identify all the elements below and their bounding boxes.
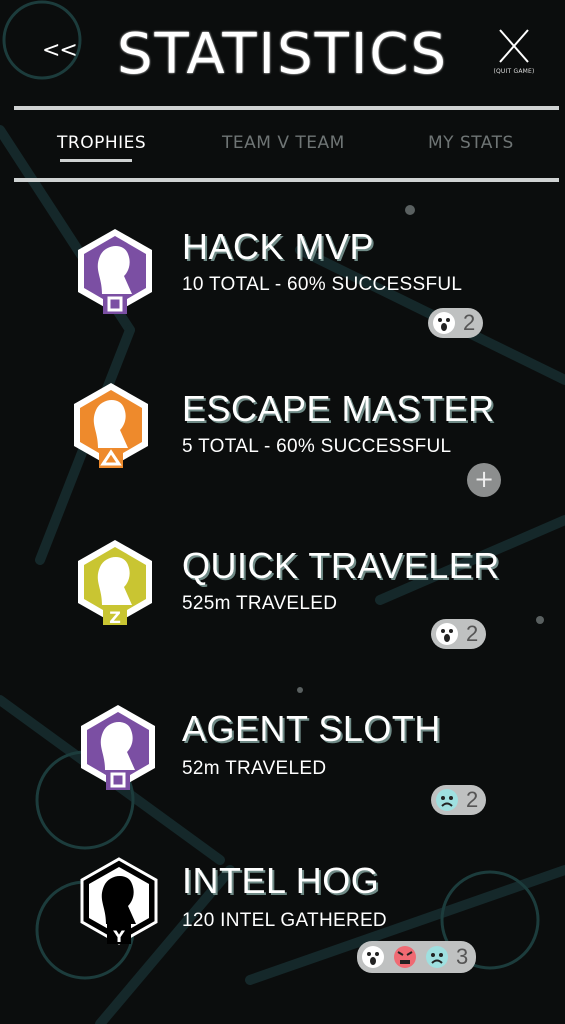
trophy-item-hack-mvp[interactable]: HACK MVP 10 TOTAL - 60% SUCCESSFUL 2 (0, 226, 565, 366)
trophy-description: 10 TOTAL - 60% SUCCESSFUL (182, 274, 463, 295)
reaction-pill[interactable]: 2 (431, 619, 487, 649)
page-title: STATISTICS (116, 22, 448, 87)
tab-trophies[interactable]: TROPHIES (57, 133, 146, 153)
reaction-count: 2 (466, 787, 479, 812)
hack-mvp-badge-icon (78, 229, 152, 314)
add-reaction-button[interactable]: + (467, 463, 501, 497)
tab-bar: TROPHIES TEAM V TEAM MY STATS (0, 128, 565, 172)
active-tab-indicator (60, 159, 132, 162)
trophy-description: 120 INTEL GATHERED (182, 910, 387, 931)
trophy-item-quick-traveler[interactable]: Z QUICK TRAVELER 525m TRAVELED 2 (0, 537, 565, 677)
trophy-name: QUICK TRAVELER (182, 545, 500, 586)
trophy-item-escape-master[interactable]: ESCAPE MASTER 5 TOTAL - 60% SUCCESSFUL + (0, 380, 565, 520)
close-icon (499, 29, 529, 63)
trophy-name: HACK MVP (182, 226, 375, 267)
surprised-face-icon (362, 946, 384, 968)
sad-face-icon (426, 946, 448, 968)
reaction-pill[interactable]: 2 (431, 785, 487, 815)
sad-face-icon (436, 789, 458, 811)
reaction-count: 3 (456, 944, 469, 969)
quick-traveler-badge-icon: Z (78, 540, 152, 627)
header: << STATISTICS (QUIT GAME) (0, 0, 565, 105)
trophy-name: INTEL HOG (182, 860, 380, 901)
trophy-description: 52m TRAVELED (182, 758, 327, 779)
trophy-description: 525m TRAVELED (182, 593, 338, 614)
trophy-item-agent-sloth[interactable]: AGENT SLOTH 52m TRAVELED 2 (0, 702, 565, 842)
svg-text:Z: Z (109, 608, 121, 627)
reaction-count: 2 (466, 621, 479, 646)
reaction-count: 2 (463, 310, 476, 335)
surprised-face-icon (433, 312, 455, 334)
quit-game-button[interactable]: (QUIT GAME) (488, 26, 540, 75)
divider (14, 106, 559, 110)
angry-face-icon (394, 946, 416, 968)
tab-my-stats[interactable]: MY STATS (428, 133, 514, 153)
surprised-face-icon (436, 623, 458, 645)
svg-text:Y: Y (112, 927, 125, 946)
tab-team-v-team[interactable]: TEAM V TEAM (222, 133, 345, 153)
quit-game-label: (QUIT GAME) (493, 68, 535, 75)
divider (14, 178, 559, 182)
escape-master-badge-icon (74, 383, 148, 468)
reaction-pill[interactable]: 2 (428, 308, 484, 338)
intel-hog-badge-icon: Y (80, 857, 158, 946)
trophy-item-intel-hog[interactable]: Y INTEL HOG 120 INTEL GATHERED 3 (0, 856, 565, 996)
trophy-description: 5 TOTAL - 60% SUCCESSFUL (182, 436, 452, 457)
trophy-name: AGENT SLOTH (182, 708, 441, 749)
agent-sloth-badge-icon (81, 705, 155, 790)
reaction-pill[interactable]: 3 (357, 941, 477, 973)
trophy-name: ESCAPE MASTER (182, 388, 495, 429)
